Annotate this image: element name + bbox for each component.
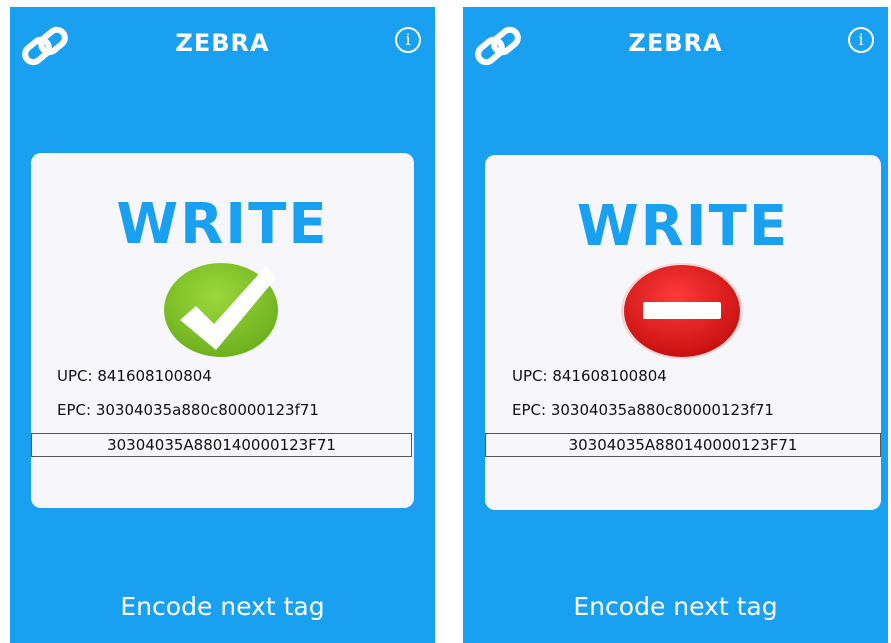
app-title: ZEBRA	[175, 29, 270, 57]
stop-icon	[621, 263, 743, 359]
write-heading: WRITE	[576, 194, 790, 259]
write-heading: WRITE	[116, 192, 329, 257]
encode-next-tag-button[interactable]: Encode next tag	[463, 592, 888, 621]
info-icon[interactable]: i	[395, 27, 421, 53]
app-header: ZEBRA i	[463, 7, 888, 87]
screenshot-stage: ZEBRA i WRITE UPC: 841608100804 EPC: 303…	[0, 0, 891, 643]
info-icon[interactable]: i	[848, 27, 874, 53]
encoded-epc-field[interactable]: 30304035A880140000123F71	[31, 433, 412, 457]
encoded-epc-field[interactable]: 30304035A880140000123F71	[485, 433, 881, 457]
app-header: ZEBRA i	[10, 7, 435, 87]
phone-screen-success: ZEBRA i WRITE UPC: 841608100804 EPC: 303…	[10, 7, 435, 643]
upc-label: UPC: 841608100804	[512, 367, 667, 385]
phone-screen-error: ZEBRA i WRITE UPC: 841608100804 EPC: 303…	[463, 7, 888, 643]
upc-label: UPC: 841608100804	[57, 367, 212, 385]
encode-next-tag-button[interactable]: Encode next tag	[10, 592, 435, 621]
write-result-card: WRITE UPC: 841608100804 EPC: 30304035a88…	[485, 155, 881, 510]
epc-label: EPC: 30304035a880c80000123f71	[512, 401, 774, 419]
app-title: ZEBRA	[628, 29, 723, 57]
epc-label: EPC: 30304035a880c80000123f71	[57, 401, 319, 419]
check-icon	[164, 263, 278, 357]
write-result-card: WRITE UPC: 841608100804 EPC: 30304035a88…	[31, 153, 414, 508]
